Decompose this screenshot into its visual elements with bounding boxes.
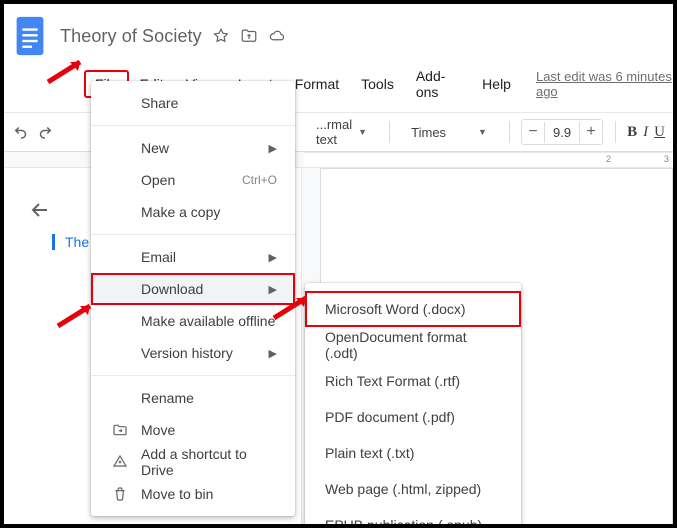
download-rtf[interactable]: Rich Text Format (.rtf) [305, 363, 521, 399]
font-size-decrease[interactable]: − [522, 120, 544, 144]
font-size-value[interactable]: 9.9 [544, 122, 580, 143]
file-version-history[interactable]: Version history ▶ [91, 337, 295, 369]
drive-shortcut-icon [111, 453, 129, 471]
annotation-arrow-icon [44, 56, 88, 86]
ruler-tick: 3 [664, 154, 669, 164]
menu-tools[interactable]: Tools [350, 70, 405, 98]
chevron-down-icon: ▼ [358, 127, 367, 137]
menu-label: New [141, 140, 257, 156]
annotation-arrow-icon [54, 300, 98, 330]
file-make-copy[interactable]: Make a copy [91, 196, 295, 228]
underline-button[interactable]: U [654, 124, 665, 141]
menu-label: Share [141, 95, 277, 111]
download-odt[interactable]: OpenDocument format (.odt) [305, 327, 521, 363]
docs-logo[interactable] [14, 12, 50, 60]
divider [91, 375, 295, 376]
italic-button[interactable]: I [643, 124, 648, 141]
outline-heading[interactable]: The [52, 234, 89, 250]
file-add-shortcut[interactable]: Add a shortcut to Drive [91, 446, 295, 478]
menu-label: Add a shortcut to Drive [141, 446, 277, 478]
ruler-tick: 2 [606, 154, 611, 164]
file-move-to-bin[interactable]: Move to bin [91, 478, 295, 510]
folder-move-icon [111, 421, 129, 439]
chevron-right-icon: ▶ [269, 251, 277, 264]
menu-help[interactable]: Help [471, 70, 522, 98]
download-txt[interactable]: Plain text (.txt) [305, 435, 521, 471]
font-size-stepper: − 9.9 + [521, 119, 603, 145]
menu-label: Rename [141, 390, 277, 406]
move-folder-icon[interactable] [240, 27, 258, 45]
menu-label: Move [141, 422, 277, 438]
file-rename[interactable]: Rename [91, 382, 295, 414]
divider [91, 234, 295, 235]
divider [91, 125, 295, 126]
trash-icon [111, 485, 129, 503]
undo-icon[interactable] [12, 120, 30, 144]
file-offline[interactable]: Make available offline [91, 305, 295, 337]
bold-button[interactable]: B [627, 124, 637, 141]
redo-icon[interactable] [36, 120, 54, 144]
chevron-down-icon: ▼ [478, 127, 487, 137]
file-new[interactable]: New ▶ [91, 132, 295, 164]
document-title[interactable]: Theory of Society [60, 26, 202, 47]
file-menu: Share New ▶ Open Ctrl+O Make a copy Emai… [91, 81, 295, 516]
star-icon[interactable] [212, 27, 230, 45]
download-pdf[interactable]: PDF document (.pdf) [305, 399, 521, 435]
annotation-arrow-icon [270, 292, 314, 322]
file-email[interactable]: Email ▶ [91, 241, 295, 273]
menu-label: Move to bin [141, 486, 277, 502]
menu-label: Version history [141, 345, 257, 361]
download-html[interactable]: Web page (.html, zipped) [305, 471, 521, 507]
cloud-status-icon[interactable] [268, 27, 286, 45]
font-value: Times [411, 125, 446, 140]
menu-addons[interactable]: Add-ons [405, 62, 471, 106]
file-download[interactable]: Download ▶ [91, 273, 295, 305]
paragraph-style-value: ...rmal text [316, 117, 352, 147]
font-select[interactable]: Times ▼ [405, 122, 493, 143]
chevron-right-icon: ▶ [269, 347, 277, 360]
chevron-right-icon: ▶ [269, 142, 277, 155]
last-edit-link[interactable]: Last edit was 6 minutes ago [536, 69, 673, 99]
menu-label: Make available offline [141, 313, 277, 329]
menu-label: Email [141, 249, 257, 265]
menu-label: Make a copy [141, 204, 277, 220]
file-move[interactable]: Move [91, 414, 295, 446]
paragraph-style-select[interactable]: ...rmal text ▼ [310, 114, 373, 150]
download-submenu: Microsoft Word (.docx) OpenDocument form… [305, 283, 521, 524]
keyboard-shortcut: Ctrl+O [242, 173, 277, 187]
outline-back-button[interactable] [26, 196, 54, 224]
file-open[interactable]: Open Ctrl+O [91, 164, 295, 196]
font-size-increase[interactable]: + [580, 120, 602, 144]
menu-label: Download [141, 281, 257, 297]
menu-label: Open [141, 172, 230, 188]
download-docx[interactable]: Microsoft Word (.docx) [305, 291, 521, 327]
file-share[interactable]: Share [91, 87, 295, 119]
download-epub[interactable]: EPUB publication (.epub) [305, 507, 521, 524]
